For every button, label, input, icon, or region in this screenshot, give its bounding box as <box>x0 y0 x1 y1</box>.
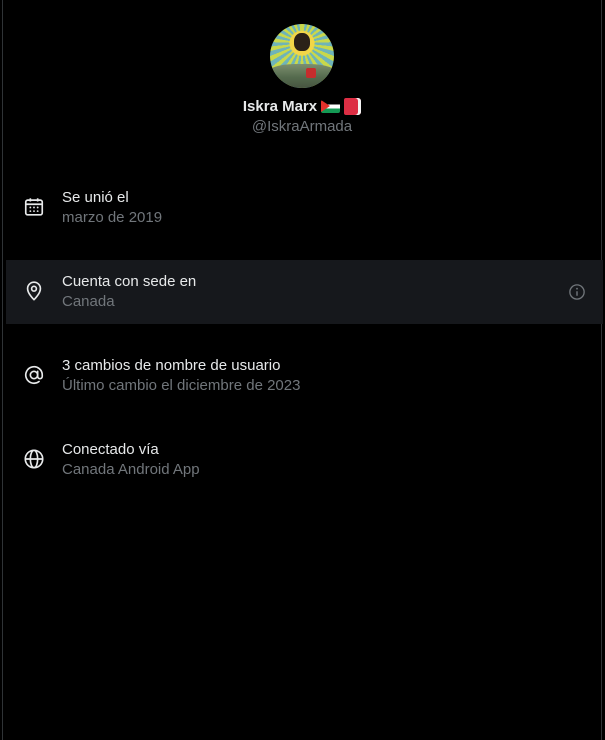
connected-via-title: Conectado vía <box>62 441 159 458</box>
location-value: Canada <box>62 293 115 310</box>
username-changes-title: 3 cambios de nombre de usuario <box>62 357 281 374</box>
about-account-panel: Iskra Marx @IskraArmada Se unió el marzo… <box>2 0 603 740</box>
location-pin-icon <box>26 281 42 301</box>
account-location-row[interactable]: Cuenta con sede en Canada <box>6 260 603 324</box>
connected-via-row: Conectado vía Canada Android App <box>6 428 603 492</box>
joined-date-row: Se unió el marzo de 2019 <box>6 176 603 240</box>
profile-header: Iskra Marx @IskraArmada <box>3 24 601 135</box>
info-icon[interactable] <box>568 283 586 301</box>
joined-title: Se unió el <box>62 189 129 206</box>
red-book-icon <box>344 98 362 115</box>
username-last-change: Último cambio el diciembre de 2023 <box>62 377 301 394</box>
display-name-row: Iskra Marx <box>3 98 601 115</box>
avatar[interactable] <box>270 24 334 88</box>
calendar-icon <box>24 198 44 216</box>
display-name: Iskra Marx <box>242 98 318 115</box>
location-title: Cuenta con sede en <box>62 273 197 290</box>
connected-via-value: Canada Android App <box>62 461 200 478</box>
username-handle: @IskraArmada <box>251 118 353 135</box>
joined-date: marzo de 2019 <box>62 209 163 226</box>
globe-icon <box>24 449 44 469</box>
username-changes-row: 3 cambios de nombre de usuario Último ca… <box>6 344 603 408</box>
at-sign-icon <box>24 365 44 385</box>
palestine-flag-icon <box>321 100 341 113</box>
